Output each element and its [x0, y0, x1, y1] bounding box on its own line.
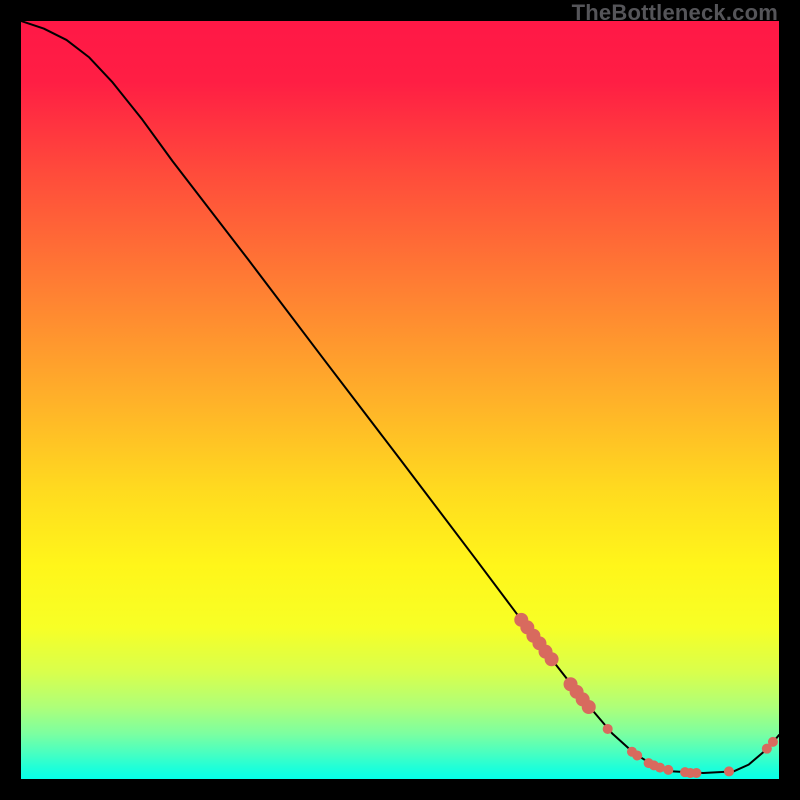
marker-dot — [582, 700, 596, 714]
chart-background — [21, 21, 779, 779]
marker-dot — [663, 765, 673, 775]
watermark-text: TheBottleneck.com — [572, 0, 778, 26]
bottleneck-chart — [21, 21, 779, 779]
marker-dot — [545, 652, 559, 666]
chart-frame — [21, 21, 779, 779]
marker-dot — [632, 751, 642, 761]
marker-dot — [768, 737, 778, 747]
marker-dot — [691, 768, 701, 778]
marker-dot — [724, 766, 734, 776]
marker-dot — [603, 724, 613, 734]
